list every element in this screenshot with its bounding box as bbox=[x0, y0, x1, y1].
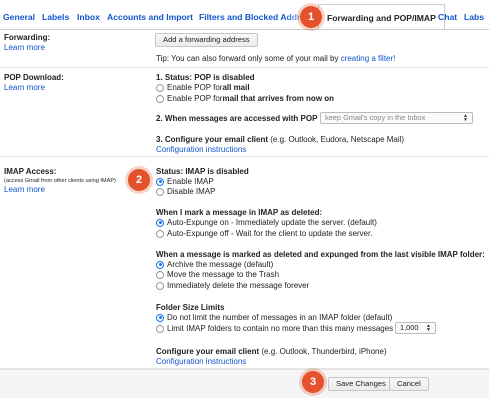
radio-icon[interactable] bbox=[156, 187, 164, 196]
settings-tab-bar: General Labels Inbox Accounts and Import… bbox=[0, 0, 489, 30]
forwarding-tip-text: Tip: You can also forward only some of y… bbox=[156, 54, 341, 63]
limit-folders-label: Limit IMAP folders to contain no more th… bbox=[167, 324, 394, 333]
pop-configuration-instructions-link[interactable]: Configuration instructions bbox=[156, 145, 246, 154]
imap-configure-heading: Configure your email client bbox=[156, 347, 260, 356]
radio-icon[interactable] bbox=[156, 270, 164, 279]
imap-enable-label: Enable IMAP bbox=[167, 177, 214, 186]
imap-learn-more-link[interactable]: Learn more bbox=[4, 185, 45, 194]
create-filter-link[interactable]: creating a filter! bbox=[341, 54, 396, 63]
pop-configure-note: (e.g. Outlook, Eudora, Netscape Mail) bbox=[268, 135, 405, 144]
imap-access-note: (access Gmail from other clients using I… bbox=[4, 178, 116, 184]
folder-size-limits-heading: Folder Size Limits bbox=[156, 303, 225, 312]
imap-configure-row: Configure your email client (e.g. Outloo… bbox=[156, 347, 387, 356]
callout-badge-3: 3 bbox=[302, 371, 324, 393]
radio-icon[interactable] bbox=[156, 94, 164, 103]
pop-enable-now-bold: mail that arrives from now on bbox=[222, 94, 335, 103]
pop-access-select[interactable]: keep Gmail's copy in the Inbox ▲ ▼ bbox=[320, 112, 473, 124]
auto-expunge-on-label: Auto-Expunge on - Immediately update the… bbox=[167, 218, 377, 227]
delete-forever-option[interactable]: Immediately delete the message forever bbox=[156, 281, 309, 290]
radio-icon[interactable] bbox=[156, 324, 164, 333]
pop-enable-all-prefix: Enable POP for bbox=[167, 83, 223, 92]
imap-disable-label: Disable IMAP bbox=[167, 187, 216, 196]
radio-selected-icon[interactable] bbox=[156, 218, 164, 227]
tab-labs[interactable]: Labs bbox=[464, 12, 484, 22]
move-to-trash-option[interactable]: Move the message to the Trash bbox=[156, 270, 279, 279]
cancel-button[interactable]: Cancel bbox=[389, 377, 429, 391]
pop-configure-heading: 3. Configure your email client bbox=[156, 135, 269, 144]
delete-forever-label: Immediately delete the message forever bbox=[167, 281, 310, 290]
tab-inbox[interactable]: Inbox bbox=[77, 12, 100, 22]
imap-disable-option[interactable]: Disable IMAP bbox=[156, 187, 215, 196]
radio-icon[interactable] bbox=[156, 229, 164, 238]
folder-limit-select-value: 1,000 bbox=[400, 323, 419, 332]
tab-general[interactable]: General bbox=[3, 12, 35, 22]
no-limit-label: Do not limit the number of messages in a… bbox=[167, 313, 393, 322]
imap-configure-note: (e.g. Outlook, Thunderbird, iPhone) bbox=[259, 347, 387, 356]
tab-labels[interactable]: Labels bbox=[42, 12, 69, 22]
settings-footer: Save Changes Cancel bbox=[0, 369, 489, 398]
pop-download-label: POP Download: bbox=[4, 73, 64, 82]
auto-expunge-on-option[interactable]: Auto-Expunge on - Immediately update the… bbox=[156, 218, 377, 227]
move-to-trash-label: Move the message to the Trash bbox=[167, 270, 280, 279]
pop-enable-all-bold: all mail bbox=[222, 83, 250, 92]
pop-download-section: POP Download: Learn more 1. Status: POP … bbox=[0, 69, 489, 157]
forwarding-section: Forwarding: Learn more Add a forwarding … bbox=[0, 30, 489, 68]
forwarding-learn-more-link[interactable]: Learn more bbox=[4, 43, 45, 52]
pop-access-select-value: keep Gmail's copy in the Inbox bbox=[325, 113, 426, 122]
callout-badge-2: 2 bbox=[128, 169, 150, 191]
forwarding-label: Forwarding: bbox=[4, 33, 51, 42]
radio-icon[interactable] bbox=[156, 281, 164, 290]
radio-icon[interactable] bbox=[156, 83, 164, 92]
auto-expunge-off-label: Auto-Expunge off - Wait for the client t… bbox=[167, 229, 373, 238]
imap-deleted-heading: When I mark a message in IMAP as deleted… bbox=[156, 208, 323, 217]
pop-enable-now-option[interactable]: Enable POP for mail that arrives from no… bbox=[156, 94, 334, 103]
imap-access-label: IMAP Access: bbox=[4, 167, 57, 176]
imap-status-heading: Status: IMAP is disabled bbox=[156, 167, 249, 176]
add-forwarding-address-button[interactable]: Add a forwarding address bbox=[155, 33, 258, 47]
pop-learn-more-link[interactable]: Learn more bbox=[4, 83, 45, 92]
select-arrows-icon: ▲ ▼ bbox=[426, 323, 431, 333]
limit-folders-option[interactable]: Limit IMAP folders to contain no more th… bbox=[156, 324, 393, 333]
tab-accounts-and-import[interactable]: Accounts and Import bbox=[107, 12, 193, 22]
pop-configure-row: 3. Configure your email client (e.g. Out… bbox=[156, 135, 404, 144]
pop-enable-now-prefix: Enable POP for bbox=[167, 94, 223, 103]
imap-access-section: IMAP Access: (access Gmail from other cl… bbox=[0, 158, 489, 369]
pop-access-heading: 2. When messages are accessed with POP bbox=[156, 114, 318, 123]
archive-message-label: Archive the message (default) bbox=[167, 260, 274, 269]
tab-chat[interactable]: Chat bbox=[438, 12, 457, 22]
pop-enable-all-option[interactable]: Enable POP for all mail bbox=[156, 83, 250, 92]
radio-selected-icon[interactable] bbox=[156, 260, 164, 269]
imap-enable-option[interactable]: Enable IMAP bbox=[156, 177, 214, 186]
imap-configuration-instructions-link[interactable]: Configuration instructions bbox=[156, 357, 246, 366]
imap-expunged-heading: When a message is marked as deleted and … bbox=[156, 250, 485, 259]
no-limit-option[interactable]: Do not limit the number of messages in a… bbox=[156, 313, 392, 322]
select-arrows-icon: ▲ ▼ bbox=[463, 113, 468, 123]
archive-message-option[interactable]: Archive the message (default) bbox=[156, 260, 273, 269]
tab-forwarding-pop-imap[interactable]: Forwarding and POP/IMAP bbox=[318, 4, 445, 30]
save-changes-button[interactable]: Save Changes bbox=[328, 377, 394, 391]
auto-expunge-off-option[interactable]: Auto-Expunge off - Wait for the client t… bbox=[156, 229, 372, 238]
radio-selected-icon[interactable] bbox=[156, 313, 164, 322]
forwarding-tip: Tip: You can also forward only some of y… bbox=[156, 54, 395, 63]
folder-limit-select[interactable]: 1,000 ▲ ▼ bbox=[395, 322, 436, 334]
callout-badge-1: 1 bbox=[300, 6, 322, 28]
radio-selected-icon[interactable] bbox=[156, 177, 164, 186]
pop-status-heading: 1. Status: POP is disabled bbox=[156, 73, 255, 82]
